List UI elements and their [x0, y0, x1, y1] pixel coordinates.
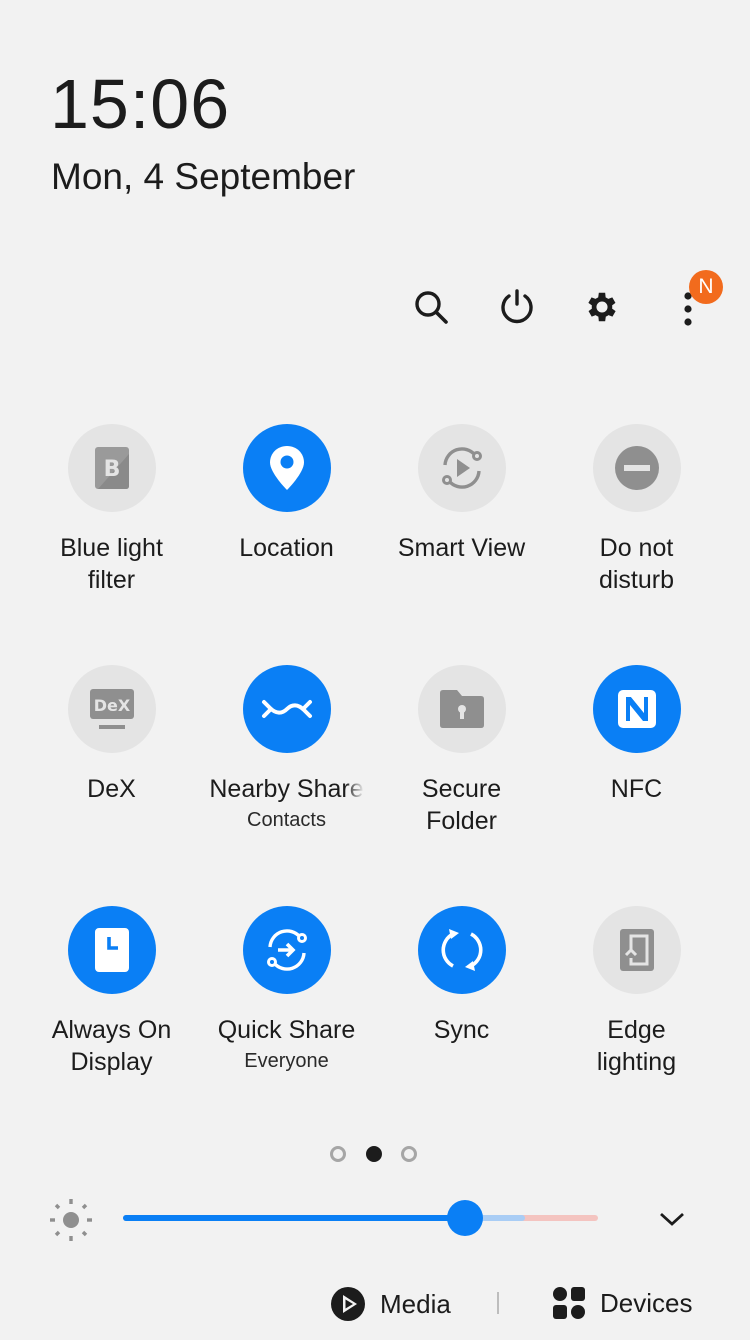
- page-dot-2[interactable]: [366, 1146, 382, 1162]
- devices-button[interactable]: Devices: [552, 1286, 692, 1320]
- tile-secure-folder[interactable]: Secure Folder: [374, 665, 549, 837]
- tile-nfc[interactable]: NFC: [549, 665, 724, 805]
- tile-sync[interactable]: Sync: [374, 906, 549, 1046]
- gear-icon: [588, 292, 616, 322]
- secure-folder-icon: [439, 690, 484, 728]
- tile-do-not-disturb[interactable]: Do not disturb: [549, 424, 724, 596]
- tile-blue-light-filter[interactable]: B Blue light filter: [24, 424, 199, 596]
- tile-status: Everyone: [244, 1050, 329, 1072]
- sync-icon: [440, 929, 483, 971]
- tile-toggle[interactable]: [242, 424, 331, 512]
- top-actions-bar: [0, 284, 750, 330]
- tile-label: DeX: [87, 775, 136, 803]
- tile-toggle[interactable]: [417, 906, 506, 994]
- date-text[interactable]: Mon, 4 September: [51, 154, 355, 200]
- tile-toggle[interactable]: [592, 424, 681, 512]
- dex-icon: DeX: [89, 689, 134, 729]
- tile-dex[interactable]: DeX DeX: [24, 665, 199, 805]
- chevron-down-icon: [660, 1212, 684, 1226]
- tile-edge-lighting[interactable]: Edge lighting: [549, 906, 724, 1078]
- do-not-disturb-icon: [614, 446, 659, 490]
- settings-button[interactable]: [579, 284, 625, 330]
- tile-label: Edge lighting: [596, 1016, 677, 1076]
- clock-time[interactable]: 15:06: [50, 64, 230, 144]
- tile-status: Contacts: [247, 809, 326, 831]
- tile-label: Do not disturb: [598, 534, 675, 594]
- tile-toggle[interactable]: [67, 906, 156, 994]
- search-button[interactable]: [408, 284, 454, 330]
- media-label: Media: [380, 1288, 451, 1319]
- tile-toggle[interactable]: B: [67, 424, 156, 512]
- tile-toggle[interactable]: [417, 665, 506, 753]
- tile-toggle[interactable]: DeX: [67, 665, 156, 753]
- tile-label: NFC: [610, 775, 663, 803]
- svg-text:DeX: DeX: [93, 696, 130, 715]
- power-button[interactable]: [494, 284, 540, 330]
- brightness-slider-thumb[interactable]: [447, 1200, 483, 1236]
- tile-toggle[interactable]: [592, 665, 681, 753]
- devices-grid-icon: [553, 1287, 585, 1319]
- page-dot-3[interactable]: [401, 1146, 417, 1162]
- tile-label: Blue light filter: [60, 534, 163, 594]
- tile-label: Always On Display: [51, 1016, 172, 1076]
- page-dot-1[interactable]: [330, 1146, 346, 1162]
- tile-label: Secure Folder: [421, 775, 502, 835]
- power-icon: [501, 289, 533, 324]
- quick-share-icon: [266, 929, 307, 971]
- search-icon: [415, 291, 448, 324]
- tile-label: Sync: [433, 1016, 490, 1044]
- page-indicator: [330, 1146, 420, 1164]
- smart-view-icon: [441, 447, 482, 489]
- blue-light-filter-icon: B: [94, 447, 129, 489]
- expand-button[interactable]: [652, 1199, 692, 1239]
- nfc-icon: [617, 690, 656, 728]
- media-button[interactable]: Media: [330, 1286, 451, 1322]
- bottom-bar: Media Devices: [0, 1284, 750, 1328]
- edge-lighting-icon: [619, 929, 654, 971]
- divider: [497, 1292, 499, 1314]
- play-circle-icon: [331, 1287, 365, 1321]
- tile-nearby-share[interactable]: Nearby Share Contacts: [199, 665, 374, 833]
- tile-toggle[interactable]: [592, 906, 681, 994]
- tile-quick-share[interactable]: Quick Share Everyone: [199, 906, 374, 1074]
- svg-text:B: B: [103, 457, 120, 482]
- nearby-share-icon: [261, 700, 312, 718]
- tile-toggle[interactable]: [242, 665, 331, 753]
- notification-badge: N: [689, 270, 723, 304]
- tile-label: Nearby Share: [209, 775, 364, 803]
- tile-label: Quick Share: [217, 1016, 356, 1044]
- brightness-icon: [50, 1199, 92, 1241]
- tile-label: Smart View: [397, 534, 526, 562]
- tile-label: Location: [239, 534, 334, 562]
- devices-label: Devices: [600, 1287, 693, 1318]
- location-pin-icon: [269, 446, 304, 490]
- tile-toggle[interactable]: [242, 906, 331, 994]
- tile-location[interactable]: Location: [199, 424, 374, 564]
- tile-always-on-display[interactable]: Always On Display: [24, 906, 199, 1078]
- brightness-control: [0, 1195, 750, 1241]
- tile-smart-view[interactable]: Smart View: [374, 424, 549, 564]
- tile-toggle[interactable]: [417, 424, 506, 512]
- always-on-display-icon: [94, 928, 129, 972]
- brightness-track-fill: [123, 1215, 465, 1221]
